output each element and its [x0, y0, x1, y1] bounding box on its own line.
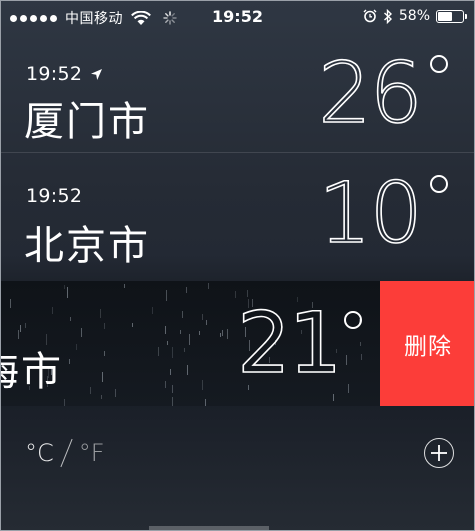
rain-streak — [202, 380, 203, 390]
city-row-xiamen[interactable]: 19:52 厦门市 26 — [1, 33, 474, 151]
rain-streak — [165, 381, 166, 388]
rain-streak — [346, 355, 347, 365]
rain-streak — [67, 287, 68, 298]
city-time: 19:52 — [26, 63, 103, 85]
battery-icon — [436, 9, 467, 23]
battery-percent: 58% — [398, 8, 430, 24]
rain-streak — [10, 299, 11, 308]
rain-streak — [220, 333, 221, 337]
rain-streak — [25, 323, 26, 328]
rain-streak — [20, 325, 21, 332]
rain-streak — [182, 311, 183, 318]
bottom-toolbar: °C °F — [1, 406, 474, 530]
city-temperature: 10 — [317, 164, 423, 262]
rain-streak — [206, 320, 207, 325]
rain-streak — [170, 369, 171, 375]
rain-streak — [172, 347, 173, 358]
rain-streak — [70, 317, 71, 321]
rain-streak — [166, 290, 167, 301]
swiped-row-content[interactable]: 海市 21 — [1, 281, 380, 406]
rain-streak — [69, 359, 70, 364]
rain-streak — [104, 351, 105, 356]
rain-streak — [167, 341, 168, 345]
rain-streak — [202, 314, 203, 320]
rain-streak — [101, 395, 102, 399]
rain-streak — [124, 284, 125, 288]
add-city-plus-icon[interactable] — [424, 438, 454, 468]
rain-streak — [205, 399, 206, 406]
rain-streak — [235, 291, 236, 298]
rain-streak — [199, 331, 200, 335]
rain-streak — [180, 330, 181, 334]
rain-streak — [189, 334, 190, 345]
rain-streak — [222, 330, 223, 336]
rain-streak — [172, 397, 173, 406]
city-temperature: 21 — [236, 294, 342, 392]
rain-streak — [361, 354, 362, 360]
city-time: 19:52 — [26, 185, 82, 207]
bluetooth-icon — [383, 8, 392, 24]
rain-streak — [52, 307, 53, 314]
rain-streak — [186, 287, 187, 293]
weather-list-screen: 中国移动 19:52 58% 19:52 厦门市 26 19:52 北京市 10… — [0, 0, 475, 531]
fahrenheit-option[interactable]: °F — [79, 439, 105, 467]
degree-symbol — [430, 175, 448, 193]
status-bar: 中国移动 19:52 58% — [1, 1, 474, 33]
rain-streak — [104, 323, 105, 329]
unit-separator — [60, 438, 73, 468]
rain-streak — [102, 372, 103, 382]
rain-streak — [360, 342, 361, 346]
status-right: 58% — [363, 8, 467, 24]
rain-streak — [172, 385, 173, 393]
rain-streak — [18, 330, 19, 339]
rain-streak — [90, 387, 91, 394]
location-arrow-icon — [91, 68, 103, 80]
delete-button[interactable]: 删除 — [380, 281, 474, 406]
city-time-label: 19:52 — [26, 63, 83, 85]
rain-streak — [64, 399, 65, 406]
rain-streak — [81, 328, 82, 337]
unit-toggle[interactable]: °C °F — [25, 438, 105, 468]
rain-streak — [152, 307, 153, 314]
rain-streak — [158, 347, 159, 356]
city-time-label: 19:52 — [26, 185, 83, 207]
city-temperature: 26 — [317, 44, 423, 142]
rain-streak — [184, 348, 185, 352]
city-row-shanghai-swiped[interactable]: 海市 21 删除 — [1, 281, 474, 406]
city-name: 北京市 — [24, 223, 150, 269]
rain-streak — [333, 394, 334, 401]
rain-streak — [115, 389, 116, 397]
degree-symbol — [430, 55, 448, 73]
celsius-option[interactable]: °C — [25, 439, 54, 467]
rain-streak — [100, 309, 101, 318]
rain-streak — [208, 283, 209, 289]
rain-streak — [132, 323, 133, 327]
rain-streak — [348, 384, 349, 393]
city-row-beijing[interactable]: 19:52 北京市 10 — [1, 153, 474, 279]
rain-streak — [227, 329, 228, 339]
rain-streak — [64, 285, 65, 289]
rain-streak — [76, 344, 77, 350]
scroll-indicator — [149, 526, 269, 530]
city-name: 厦门市 — [24, 99, 150, 145]
rain-streak — [165, 326, 166, 334]
city-name: 海市 — [1, 349, 63, 395]
alarm-icon — [363, 9, 377, 23]
rain-streak — [187, 365, 188, 375]
battery-fill — [438, 11, 452, 21]
degree-symbol — [344, 311, 362, 329]
